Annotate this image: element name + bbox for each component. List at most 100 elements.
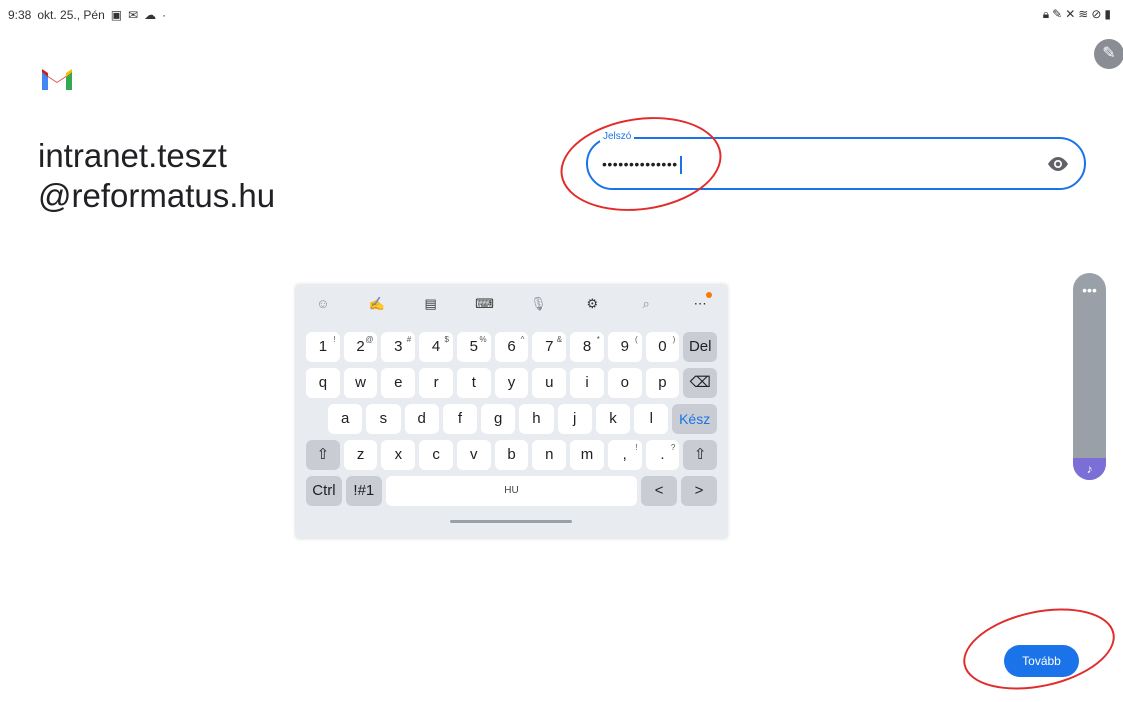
status-time: 9:38 <box>8 8 32 22</box>
key-r[interactable]: r <box>419 368 453 398</box>
key-label: 5 <box>469 338 478 355</box>
search-icon[interactable]: ⌕ <box>635 293 657 315</box>
key-k[interactable]: k <box>595 404 631 434</box>
key-v[interactable]: v <box>456 440 491 470</box>
key-y[interactable]: y <box>494 368 529 398</box>
status-bar: 9:38 okt. 25., Pén ▣ ✉ ☁ · 🔒︎ ✎ ✕ ≋ ⊘ ▮ <box>0 0 1123 30</box>
block-icon: ⊘ <box>1091 7 1102 21</box>
red-annotation-circle-next <box>955 595 1123 702</box>
key-f[interactable]: f <box>442 404 478 434</box>
key-j[interactable]: j <box>557 404 592 434</box>
music-note-icon[interactable]: ♪ <box>1073 458 1106 480</box>
key-h[interactable]: h <box>519 404 554 434</box>
keyboard-row-bottom: Ctrl !#1 HU < > <box>306 476 717 506</box>
key-label: 2 <box>356 338 365 355</box>
floating-pen-button[interactable]: ✎ <box>1094 39 1123 69</box>
key-s[interactable]: s <box>366 404 401 434</box>
space-key[interactable]: HU <box>385 476 638 506</box>
key-z[interactable]: z <box>343 440 378 470</box>
key-sub: @ <box>365 335 374 344</box>
status-dot-icon: · <box>162 8 167 22</box>
account-line-2: @reformatus.hu <box>38 177 276 214</box>
key-sub: ) <box>672 335 676 344</box>
delete-key[interactable]: Del <box>683 332 718 362</box>
emoji-icon[interactable]: ☺ <box>312 293 334 315</box>
key-g[interactable]: g <box>481 404 516 434</box>
key-e[interactable]: e <box>381 368 416 398</box>
account-line-1: intranet.teszt <box>38 137 227 174</box>
cursor-right-key[interactable]: > <box>681 476 717 506</box>
key-o[interactable]: o <box>607 368 642 398</box>
key-0[interactable]: 0) <box>645 332 680 362</box>
keyboard-drag-bar[interactable] <box>450 520 572 523</box>
ctrl-key[interactable]: Ctrl <box>306 476 342 506</box>
symbols-key[interactable]: !#1 <box>345 476 382 506</box>
status-date: okt. 25., Pén <box>37 8 105 22</box>
gmail-notification-icon: ✉ <box>128 8 139 22</box>
key-1[interactable]: 1! <box>306 332 340 362</box>
lock-icon: 🔒︎ <box>1042 7 1050 21</box>
key-w[interactable]: w <box>343 368 378 398</box>
key-u[interactable]: u <box>532 368 567 398</box>
handwriting-icon[interactable]: ✍ <box>366 293 388 315</box>
key-i[interactable]: i <box>570 368 604 398</box>
key-x[interactable]: x <box>381 440 416 470</box>
shift-key-left[interactable]: ⇧ <box>306 440 340 470</box>
clipboard-icon[interactable]: ▤ <box>420 293 442 315</box>
key-period[interactable]: .? <box>645 440 680 470</box>
gmail-logo-icon <box>42 69 72 90</box>
battery-icon: ▮ <box>1104 7 1111 21</box>
backspace-key[interactable]: ⌫ <box>683 368 718 398</box>
status-right: 🔒︎ ✎ ✕ ≋ ⊘ ▮ <box>1043 8 1111 20</box>
shift-key-right[interactable]: ⇧ <box>683 440 718 470</box>
mic-icon[interactable]: 🎙︎ <box>527 293 549 315</box>
key-sub: & <box>556 335 563 344</box>
on-screen-keyboard: ☺ ✍ ▤ ⌨ 🎙︎ ⚙ ⌕ ⋯ 1! 2 @ 3 # 4 $ 5% 6 ^ 7 & 8 *… <box>296 285 727 538</box>
key-7[interactable]: 7 & <box>532 332 567 362</box>
key-label: 9 <box>620 338 629 355</box>
backspace-icon: ⌫ <box>689 374 711 391</box>
key-m[interactable]: m <box>570 440 604 470</box>
key-label: 1 <box>318 338 328 355</box>
key-sub: $ <box>444 335 449 344</box>
edit-icon: ✎ <box>1052 7 1063 21</box>
key-d[interactable]: d <box>404 404 439 434</box>
cursor-left-key[interactable]: < <box>641 476 678 506</box>
key-9[interactable]: 9( <box>607 332 642 362</box>
account-email: intranet.teszt @reformatus.hu <box>38 136 275 216</box>
done-key[interactable]: Kész <box>672 404 717 434</box>
settings-icon[interactable]: ⚙ <box>581 293 603 315</box>
key-5[interactable]: 5% <box>456 332 491 362</box>
key-2[interactable]: 2 @ <box>343 332 378 362</box>
key-l[interactable]: l <box>634 404 669 434</box>
key-label: 7 <box>545 338 554 355</box>
key-4[interactable]: 4 $ <box>419 332 453 362</box>
key-3[interactable]: 3 # <box>381 332 416 362</box>
keyboard-mode-icon[interactable]: ⌨ <box>474 293 496 315</box>
key-8[interactable]: 8 * <box>570 332 604 362</box>
key-q[interactable]: q <box>306 368 340 398</box>
gallery-icon: ▣ <box>110 8 123 22</box>
key-comma[interactable]: ,! <box>607 440 642 470</box>
key-b[interactable]: b <box>494 440 529 470</box>
key-n[interactable]: n <box>532 440 567 470</box>
key-label: . <box>660 446 665 463</box>
key-c[interactable]: c <box>419 440 453 470</box>
key-6[interactable]: 6 ^ <box>494 332 529 362</box>
pen-icon: ✎ <box>1102 45 1116 62</box>
key-label: , <box>622 446 627 463</box>
key-sub: ^ <box>520 335 525 344</box>
key-p[interactable]: p <box>645 368 680 398</box>
keyboard-row-asdf: a s d f g h j k l Kész <box>328 404 717 434</box>
keyboard-row-zxcv: ⇧ z x c v b n m ,! .? ⇧ <box>306 440 718 470</box>
shift-icon: ⇧ <box>316 446 330 463</box>
keyboard-row-qwerty: q w e r t y u i o p ⌫ <box>306 368 718 398</box>
edge-panel-handle[interactable]: ••• ♪ <box>1073 273 1106 480</box>
edge-panel-more-icon[interactable]: ••• <box>1073 283 1106 297</box>
show-password-eye-icon[interactable] <box>1046 152 1070 176</box>
key-a[interactable]: a <box>328 404 363 434</box>
keyboard-toolbar: ☺ ✍ ▤ ⌨ 🎙︎ ⚙ ⌕ ⋯ <box>296 285 727 323</box>
shift-icon: ⇧ <box>693 446 707 463</box>
status-left: 9:38 okt. 25., Pén ▣ ✉ ☁ · <box>8 8 166 22</box>
key-t[interactable]: t <box>456 368 491 398</box>
